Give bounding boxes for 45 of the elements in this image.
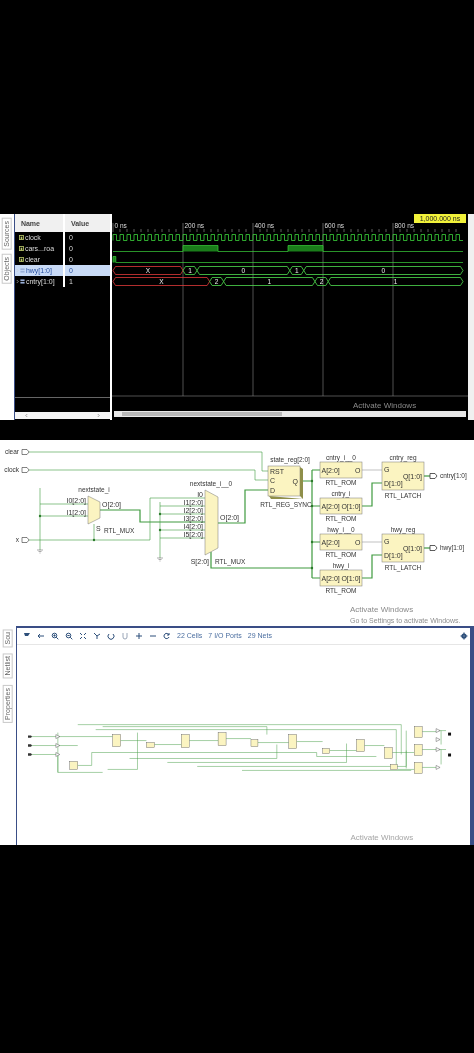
junction-dot <box>38 514 42 518</box>
junction-dot <box>310 479 314 483</box>
bus-wire <box>361 554 383 579</box>
junction-dot <box>92 538 96 542</box>
zoom-out-icon[interactable] <box>65 631 73 640</box>
rom-cell <box>319 533 363 551</box>
latch-cell <box>381 533 425 563</box>
input-port <box>21 467 30 473</box>
multiplexer <box>204 489 219 556</box>
latch-cell <box>381 461 425 491</box>
output-port <box>429 473 438 479</box>
input-port <box>21 537 30 543</box>
input-port <box>21 449 30 455</box>
rom-cell <box>319 569 363 587</box>
refresh-icon[interactable] <box>163 631 171 640</box>
settings-icon[interactable] <box>460 631 468 640</box>
ground-symbol <box>36 549 44 554</box>
output-port <box>429 545 438 551</box>
bit-signal-icon <box>18 246 24 251</box>
junction-dot <box>158 528 162 532</box>
bus-wire <box>423 547 431 549</box>
register-cell <box>267 465 303 499</box>
bus-wire <box>423 475 431 477</box>
rom-cell <box>319 497 363 515</box>
os-activation-notice: Activate Windows <box>350 605 414 614</box>
os-activation-notice: Activate Windows <box>350 833 414 842</box>
junction-dot <box>310 566 314 570</box>
vertical-scrollbar[interactable] <box>468 214 474 420</box>
bit-signal-icon <box>18 257 24 262</box>
os-activation-notice: Activate Windows <box>353 401 417 410</box>
scrollbar-thumb[interactable] <box>122 412 283 416</box>
bus-signal-icon <box>19 279 25 284</box>
bus-wire <box>361 482 383 507</box>
zoom-in-icon[interactable] <box>51 631 59 640</box>
multiplexer <box>87 495 101 525</box>
junction-dot <box>310 540 314 544</box>
expand-icon[interactable] <box>15 279 19 284</box>
plus-icon[interactable] <box>135 631 143 640</box>
junction-dot <box>158 512 162 516</box>
rom-cell <box>319 461 363 479</box>
junction-dot <box>310 504 314 508</box>
ground-symbol <box>156 557 164 562</box>
fit-icon[interactable] <box>79 631 87 640</box>
bus-signal-icon <box>19 268 25 273</box>
bit-signal-icon <box>18 235 24 240</box>
